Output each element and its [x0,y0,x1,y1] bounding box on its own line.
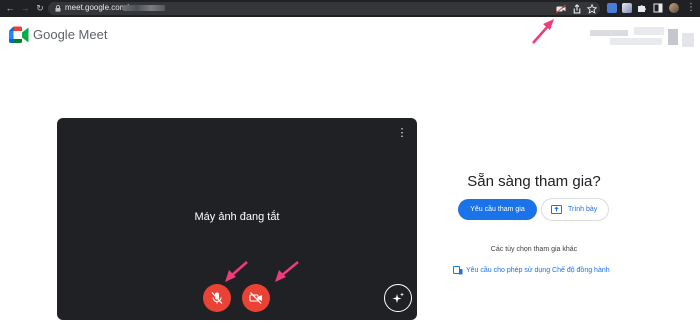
side-panel-icon[interactable] [653,3,663,13]
forward-arrow-icon[interactable]: → [19,1,31,15]
camera-preview: ⋮ Máy ảnh đang tắt [57,118,417,320]
mic-off-icon [211,292,223,304]
brand-name: Google Meet [33,27,108,42]
camera-off-icon [249,292,262,304]
google-meet-logo [9,26,29,43]
account-info-redacted [590,27,694,49]
address-bar[interactable]: meet.google.com/ [48,2,600,15]
ask-to-join-button[interactable]: Yêu cầu tham gia [458,199,537,220]
url-text[interactable]: meet.google.com/ [65,3,129,13]
puzzle-extensions-icon[interactable] [637,3,647,13]
more-options-icon[interactable]: ⋮ [395,126,409,140]
url-redacted [123,5,165,11]
camera-off-status: Máy ảnh đang tắt [194,211,280,223]
meet-page: ← → ↻ meet.google.com/ ⋮ Google Meet ⋮ M… [0,0,700,326]
extension-icon[interactable] [607,3,617,13]
present-button[interactable]: Trình bày [541,198,609,221]
profile-icon[interactable] [669,3,679,13]
companion-mode-label: Yêu cầu cho phép sử dụng Chế độ đồng hàn… [466,267,610,274]
extension-icon[interactable] [622,3,632,13]
browser-toolbar: ← → ↻ meet.google.com/ ⋮ [0,0,700,17]
camera-toggle-button[interactable] [242,284,270,312]
other-join-options-label: Các tùy chọn tham gia khác [490,246,578,253]
arrow-to-camera-icon [532,19,554,44]
companion-device-icon [453,266,463,275]
sparkle-effects-icon [392,292,404,303]
present-screen-icon [551,205,562,214]
visual-effects-button[interactable] [384,284,412,312]
back-arrow-icon[interactable]: ← [4,1,16,15]
reload-icon[interactable]: ↻ [34,1,46,15]
mic-toggle-button[interactable] [203,284,231,312]
ready-title: Sẵn sàng tham gia? [467,173,601,190]
present-button-label: Trình bày [568,206,598,213]
menu-icon[interactable]: ⋮ [685,1,697,15]
camera-blocked-icon[interactable] [556,4,566,14]
lock-icon [55,5,61,12]
share-icon[interactable] [572,4,582,14]
bookmark-star-icon[interactable] [587,4,597,14]
